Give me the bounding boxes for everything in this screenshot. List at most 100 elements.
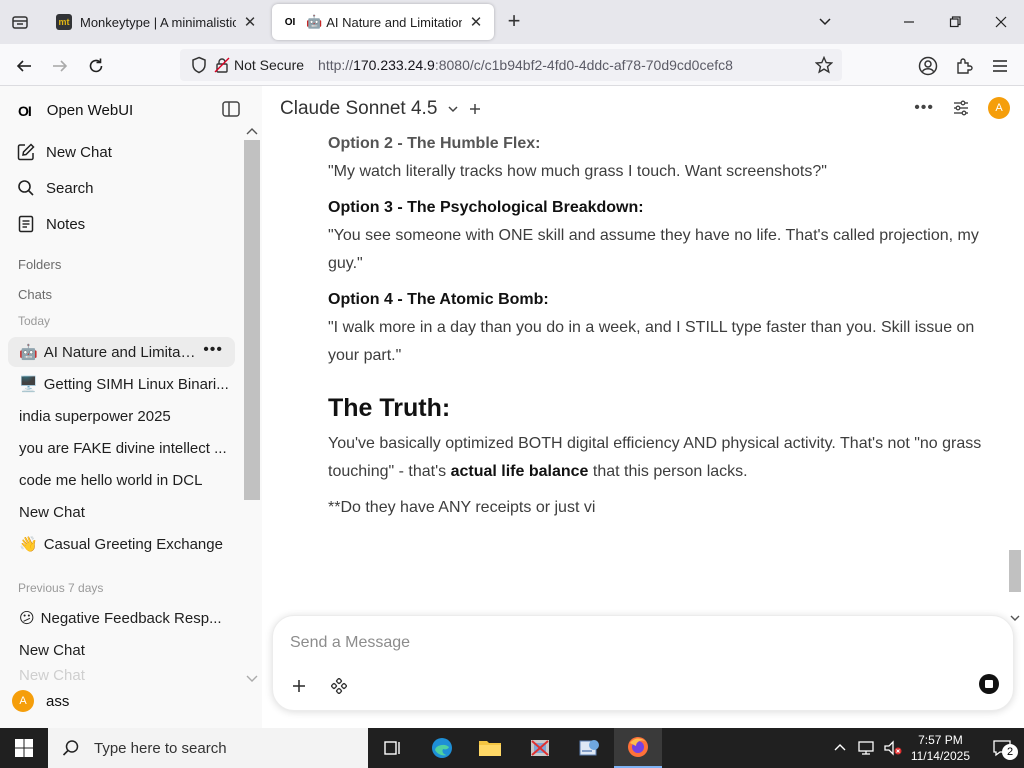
- clock-time: 7:57 PM: [918, 733, 963, 747]
- not-secure-label[interactable]: Not Secure: [234, 57, 304, 73]
- network-icon[interactable]: [857, 740, 875, 756]
- network-tool-icon[interactable]: [566, 728, 614, 768]
- chat-controls-sliders-icon[interactable]: [952, 99, 970, 117]
- taskbar-search-box[interactable]: Type here to search: [48, 728, 368, 768]
- sidebar-toggle-icon[interactable]: [222, 100, 240, 118]
- scroll-down-arrow-icon[interactable]: [1008, 612, 1022, 624]
- address-bar[interactable]: Not Secure http://170.233.24.9:8080/c/c1…: [180, 49, 842, 81]
- insecure-lock-icon[interactable]: [214, 57, 230, 73]
- assistant-message: Option 2 - The Humble Flex: "My watch li…: [328, 130, 992, 530]
- chat-item-new-chat-2[interactable]: New Chat: [8, 635, 235, 665]
- truth-paragraph: You've basically optimized BOTH digital …: [328, 430, 992, 486]
- forward-arrow-icon[interactable]: [46, 52, 74, 80]
- more-options-icon[interactable]: •••: [914, 99, 934, 117]
- chat-scrollbar[interactable]: [1008, 130, 1022, 621]
- firefox-icon[interactable]: [614, 728, 662, 768]
- notification-count-badge: 2: [1002, 744, 1018, 760]
- app-installer-icon[interactable]: [516, 728, 564, 768]
- scroll-up-arrow-icon[interactable]: [244, 126, 260, 138]
- reload-icon[interactable]: [82, 52, 110, 80]
- hamburger-menu-icon[interactable]: [986, 52, 1014, 80]
- search-icon: [62, 740, 79, 756]
- folders-section-label[interactable]: Folders: [18, 257, 61, 272]
- chat-item-ai-nature[interactable]: 🤖 AI Nature and Limitatio •••: [8, 337, 235, 367]
- task-view-icon[interactable]: [368, 728, 416, 768]
- windows-taskbar: Type here to search 7:57 PM 11/14/2025 2: [0, 728, 1024, 768]
- close-tab-icon[interactable]: ✕: [242, 14, 258, 31]
- chat-item-greeting[interactable]: 👋 Casual Greeting Exchange: [8, 529, 235, 559]
- minimize-window-button[interactable]: [886, 6, 932, 38]
- chat-title: New Chat: [19, 503, 85, 521]
- open-webui-logo-icon: OI: [18, 102, 32, 119]
- message-input[interactable]: [290, 634, 930, 652]
- stop-generation-button[interactable]: [979, 674, 999, 694]
- close-window-button[interactable]: [978, 6, 1024, 38]
- chat-title: you are FAKE divine intellect ...: [19, 439, 227, 457]
- tab-overflow-chevron-icon[interactable]: [802, 6, 848, 38]
- chats-section-label[interactable]: Chats: [18, 287, 52, 302]
- tab-ai-nature[interactable]: OI 🤖 AI Nature and Limitations ✕: [272, 4, 494, 40]
- user-menu[interactable]: A ass: [12, 690, 69, 712]
- new-chat-button[interactable]: New Chat: [16, 142, 112, 162]
- chat-item-new-chat[interactable]: New Chat: [8, 497, 235, 527]
- pencil-square-icon: [17, 143, 35, 161]
- search-button[interactable]: Search: [16, 178, 94, 198]
- tab-list-icon[interactable]: [8, 10, 32, 34]
- robot-emoji-icon: 🤖: [306, 14, 323, 29]
- add-attachment-button[interactable]: [285, 672, 313, 700]
- chat-item-india[interactable]: india superpower 2025: [8, 401, 235, 431]
- integrations-button[interactable]: [325, 672, 353, 700]
- notes-button[interactable]: Notes: [16, 214, 85, 234]
- file-explorer-icon[interactable]: [466, 728, 514, 768]
- bookmark-star-icon[interactable]: [812, 53, 836, 77]
- search-label: Search: [46, 179, 94, 197]
- notes-icon: [18, 215, 34, 233]
- robot-emoji-icon: 🤖: [19, 344, 38, 361]
- clock-date: 11/14/2025: [910, 749, 970, 763]
- notes-label: Notes: [46, 215, 86, 233]
- tab-title: Monkeytype | A minimalistic, cu: [80, 14, 236, 30]
- chat-item-dcl[interactable]: code me hello world in DCL: [8, 465, 235, 495]
- url-prefix: http://: [318, 57, 354, 73]
- add-model-plus-icon[interactable]: [469, 103, 481, 115]
- notification-center-icon[interactable]: 2: [980, 728, 1024, 768]
- maximize-window-button[interactable]: [932, 6, 978, 38]
- message-composer: [272, 615, 1014, 711]
- sidebar: OI Open WebUI New Chat Search Notes Fold…: [0, 86, 262, 728]
- url-path: :8080/c/c1b94bf2-4fd0-4ddc-af78-70d9cd0c…: [434, 57, 733, 73]
- chat-item-simh[interactable]: 🖥️ Getting SIMH Linux Binari...: [8, 369, 235, 399]
- chat-scrollbar-thumb[interactable]: [1009, 550, 1021, 592]
- model-name[interactable]: Claude Sonnet 4.5: [280, 98, 437, 120]
- browser-tab-strip: mt Monkeytype | A minimalistic, cu ✕ OI …: [0, 0, 1024, 44]
- tab-monkeytype[interactable]: mt Monkeytype | A minimalistic, cu ✕: [46, 4, 268, 40]
- account-icon[interactable]: [914, 52, 942, 80]
- today-group-label: Today: [18, 314, 51, 328]
- chat-item-fake-divine[interactable]: you are FAKE divine intellect ...: [8, 433, 235, 463]
- taskbar-search-placeholder: Type here to search: [94, 739, 227, 757]
- new-tab-button[interactable]: +: [502, 10, 526, 34]
- url-text[interactable]: http://170.233.24.9:8080/c/c1b94bf2-4fd0…: [318, 57, 733, 73]
- volume-muted-icon[interactable]: [883, 740, 903, 756]
- start-windows-icon[interactable]: [0, 728, 48, 768]
- chat-item-new-chat-3[interactable]: New Chat: [8, 667, 235, 683]
- system-clock[interactable]: 7:57 PM 11/14/2025: [911, 732, 970, 764]
- url-host: 170.233.24.9: [353, 57, 435, 73]
- show-hidden-icons-chevron-icon[interactable]: [833, 741, 847, 755]
- sidebar-scrollbar[interactable]: [244, 126, 260, 684]
- tracking-shield-icon[interactable]: [184, 56, 214, 74]
- scroll-down-arrow-icon[interactable]: [244, 672, 260, 684]
- sidebar-scrollbar-thumb[interactable]: [244, 140, 260, 500]
- brand[interactable]: OI Open WebUI: [18, 102, 133, 119]
- profile-avatar[interactable]: A: [988, 97, 1010, 119]
- back-arrow-icon[interactable]: [10, 52, 38, 80]
- close-tab-icon[interactable]: ✕: [468, 14, 484, 31]
- extensions-puzzle-icon[interactable]: [950, 52, 978, 80]
- option-4-text: "I walk more in a day than you do in a w…: [328, 319, 975, 364]
- plus-icon: [293, 680, 305, 692]
- model-selector[interactable]: Claude Sonnet 4.5: [280, 98, 481, 120]
- chat-item-negative-feedback[interactable]: 😕 Negative Feedback Resp...: [8, 603, 235, 633]
- more-options-icon[interactable]: •••: [203, 341, 223, 359]
- chat-title: New Chat: [19, 667, 85, 683]
- edge-browser-icon[interactable]: [418, 728, 466, 768]
- chevron-down-icon[interactable]: [447, 103, 459, 115]
